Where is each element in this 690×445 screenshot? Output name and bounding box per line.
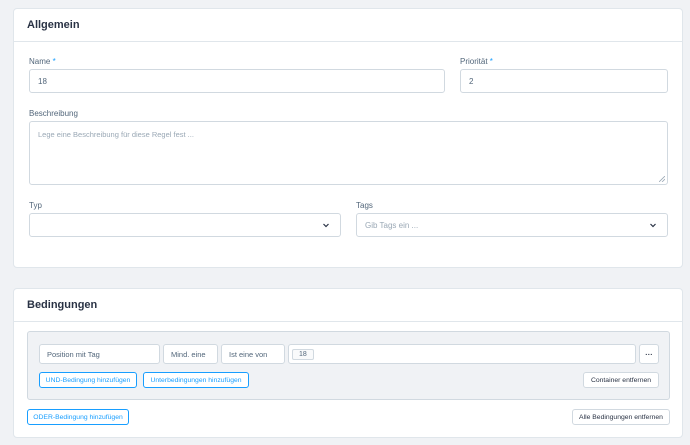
chevron-down-icon (323, 223, 329, 228)
remove-all-conditions-button[interactable]: Alle Bedingungen entfernen (572, 409, 670, 425)
tags-placeholder: Gib Tags ein ... (365, 220, 419, 230)
tags-input[interactable]: Gib Tags ein ... (356, 213, 668, 237)
general-card: Allgemein Name * 18 Priorität * 2 Beschr… (13, 8, 683, 268)
quantifier-select[interactable]: Mind. eine (163, 344, 218, 364)
name-input[interactable]: 18 (29, 69, 445, 93)
description-label: Beschreibung (29, 109, 78, 118)
name-label: Name * (29, 57, 56, 66)
name-input-value: 18 (38, 76, 47, 86)
operator-select[interactable]: Ist eine von (221, 344, 285, 364)
add-or-condition-button[interactable]: ODER-Bedingung hinzufügen (27, 409, 129, 425)
condition-type-select[interactable]: Position mit Tag (39, 344, 160, 364)
chevron-down-icon (650, 223, 656, 228)
add-and-condition-button[interactable]: UND-Bedingung hinzufügen (39, 372, 137, 388)
priority-input-value: 2 (469, 76, 474, 86)
value-tags-input[interactable]: 18 (288, 344, 636, 364)
type-label: Typ (29, 201, 42, 210)
general-card-title: Allgemein (27, 19, 80, 31)
general-card-header: Allgemein (14, 9, 682, 42)
value-tag-chip[interactable]: 18 (292, 348, 314, 360)
more-actions-button[interactable]: ··· (639, 344, 659, 364)
add-subcondition-button[interactable]: Unterbedingungen hinzufügen (143, 372, 249, 388)
remove-container-button[interactable]: Container entfernen (583, 372, 659, 388)
priority-input[interactable]: 2 (460, 69, 668, 93)
conditions-card-header: Bedingungen (14, 289, 682, 322)
ellipsis-icon: ··· (645, 349, 653, 359)
conditions-card: Bedingungen Position mit Tag Mind. eine … (13, 288, 683, 438)
description-textarea[interactable]: Lege eine Beschreibung für diese Regel f… (29, 121, 668, 185)
resize-handle-icon[interactable] (659, 176, 665, 182)
priority-label: Priorität * (460, 57, 493, 66)
type-select[interactable] (29, 213, 341, 237)
description-placeholder: Lege eine Beschreibung für diese Regel f… (38, 130, 194, 139)
tags-label: Tags (356, 201, 373, 210)
name-required-mark: * (52, 57, 56, 66)
priority-required-mark: * (489, 57, 493, 66)
conditions-card-title: Bedingungen (27, 299, 98, 311)
condition-container: Position mit Tag Mind. eine Ist eine von… (27, 331, 670, 400)
